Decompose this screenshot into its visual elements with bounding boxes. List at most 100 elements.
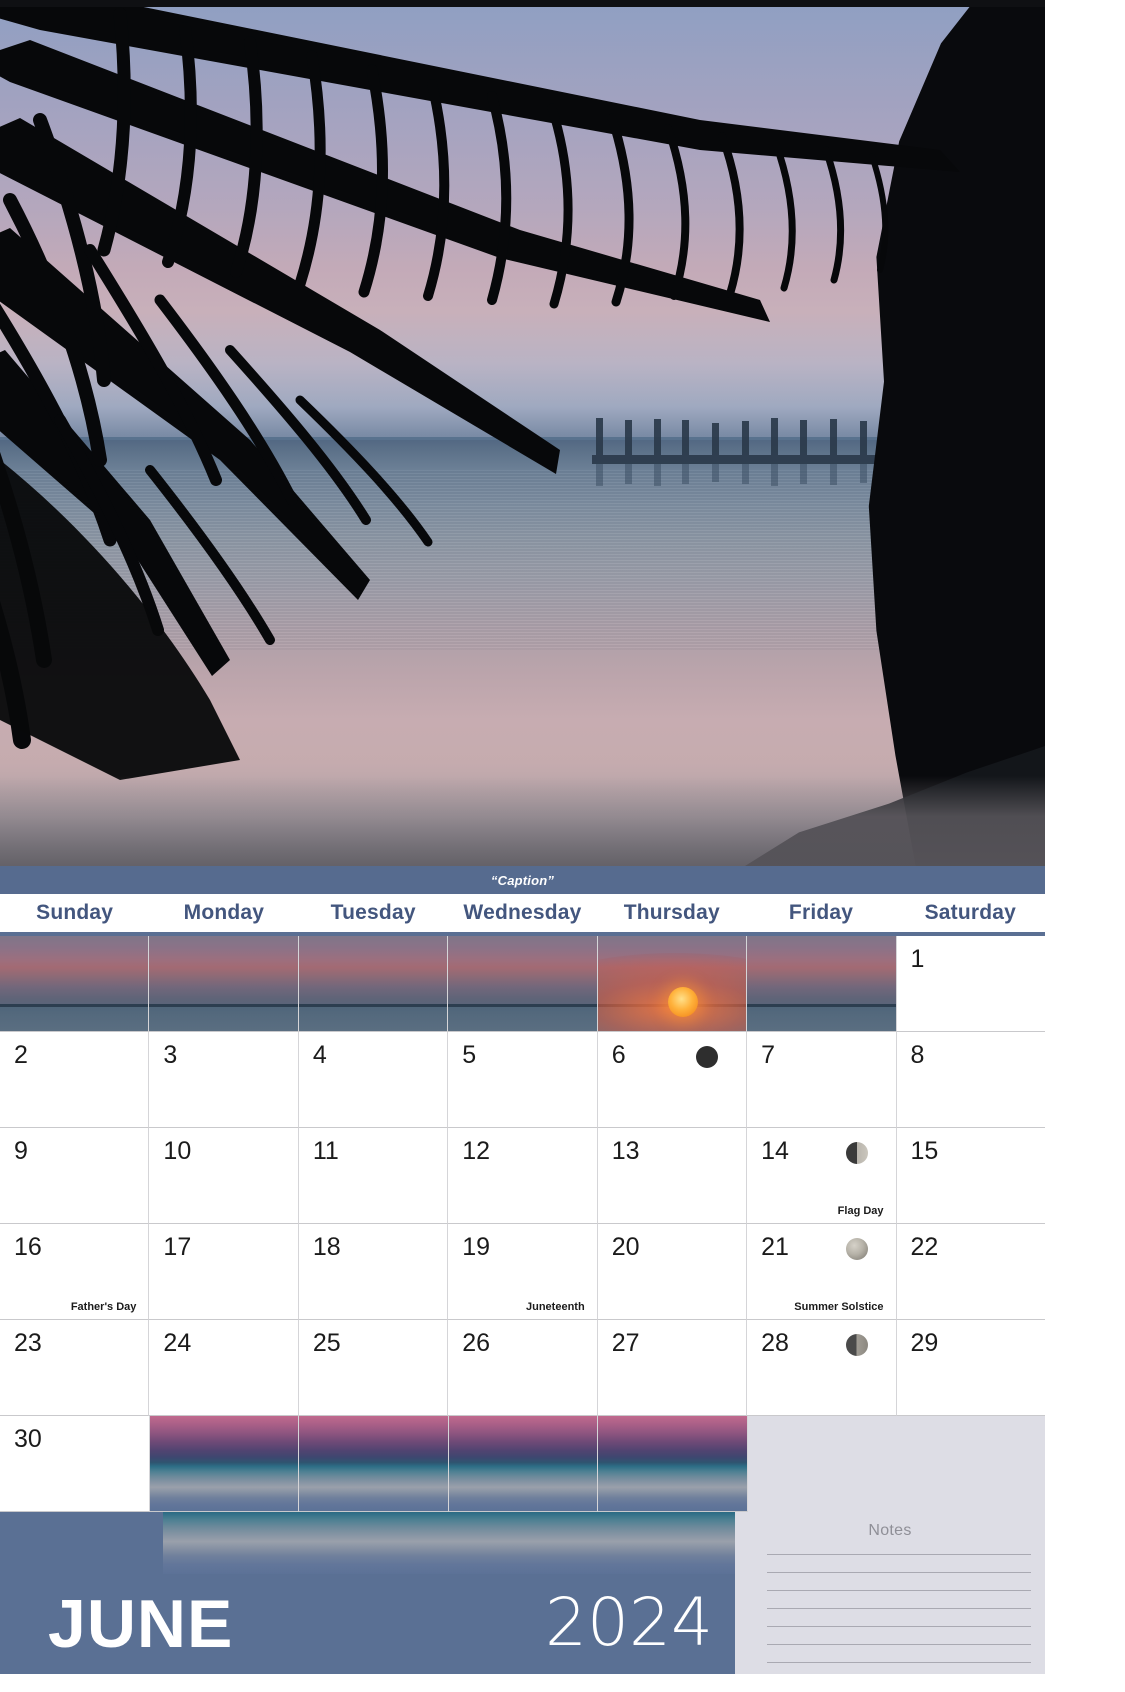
calendar-day-cell[interactable]: 19 Juneteenth (448, 1224, 598, 1320)
calendar-photo-cell (448, 936, 598, 1032)
sunrise-photo-strip (0, 936, 149, 1031)
calendar-day-cell[interactable]: 10 (149, 1128, 299, 1224)
calendar-day-cell[interactable]: 3 (149, 1032, 299, 1128)
calendar-day-cell[interactable]: 5 (448, 1032, 598, 1128)
day-number: 20 (611, 1233, 640, 1261)
calendar-week-row: 30 (0, 1416, 1045, 1512)
day-number: 11 (312, 1137, 339, 1165)
calendar-day-cell[interactable]: 8 (896, 1032, 1045, 1128)
holiday-label: Flag Day (837, 1205, 884, 1217)
calendar-day-cell[interactable]: 7 (747, 1032, 897, 1128)
calendar-day-cell[interactable]: 18 (298, 1224, 449, 1320)
sunrise-sea (149, 1004, 298, 1031)
day-number: 25 (312, 1329, 341, 1357)
dusk-photo-strip (299, 1416, 448, 1511)
calendar-day-cell[interactable]: 13 (597, 1128, 748, 1224)
day-number: 22 (910, 1233, 939, 1261)
weekday-header-friday: Friday (788, 901, 854, 924)
holiday-label: Father's Day (70, 1301, 137, 1313)
sunrise-photo-strip (597, 936, 747, 1031)
day-number: 24 (163, 1329, 192, 1357)
weekday-header-saturday: Saturday (924, 901, 1017, 924)
day-number: 23 (14, 1329, 42, 1357)
calendar-day-cell[interactable]: 15 (896, 1128, 1045, 1224)
weekday-header-tuesday: Tuesday (330, 901, 416, 924)
calendar-notes-spacer-cell (747, 1416, 897, 1512)
notes-line[interactable] (767, 1644, 1031, 1645)
year-label: 2024 (545, 1584, 713, 1661)
day-number: 14 (761, 1137, 789, 1165)
calendar-photo-cell (299, 1416, 449, 1512)
calendar-day-cell[interactable]: 9 (0, 1128, 150, 1224)
calendar-week-row: 16 Father's Day 17 18 19 Juneteenth 20 21 Summer… (0, 1224, 1045, 1320)
notes-line[interactable] (767, 1572, 1031, 1573)
calendar-day-cell[interactable]: 1 (896, 936, 1045, 1032)
calendar-notes-spacer-cell (896, 1416, 1045, 1512)
calendar-day-cell[interactable]: 27 (597, 1320, 748, 1416)
calendar-day-cell[interactable]: 30 (0, 1416, 150, 1512)
day-number: 12 (462, 1137, 491, 1165)
day-number: 1 (910, 945, 925, 973)
calendar-photo-cell (597, 936, 748, 1032)
notes-panel[interactable]: Notes (735, 1512, 1045, 1674)
dusk-sky (598, 1416, 747, 1511)
calendar-day-cell[interactable]: 29 (896, 1320, 1045, 1416)
calendar-week-row: 9 10 11 12 13 14 Flag Day 15 (0, 1128, 1045, 1224)
dusk-sky (448, 1416, 598, 1511)
notes-lines[interactable] (767, 1554, 1031, 1680)
day-number: 15 (910, 1137, 939, 1165)
calendar-day-cell[interactable]: 26 (448, 1320, 598, 1416)
day-number: 19 (462, 1233, 491, 1261)
calendar-day-cell[interactable]: 21 Summer Solstice (747, 1224, 897, 1320)
top-dark-strip (0, 0, 1045, 7)
sunrise-photo-strip (298, 936, 448, 1031)
sunrise-photo-strip (747, 936, 896, 1031)
dusk-sky (149, 1416, 299, 1511)
weekday-header-row: Sunday Monday Tuesday Wednesday Thursday Frid… (0, 894, 1045, 936)
calendar-week-row: 23 24 25 26 27 28 29 (0, 1320, 1045, 1416)
calendar-day-cell[interactable]: 17 (149, 1224, 299, 1320)
calendar-photo-cell (298, 936, 449, 1032)
calendar-day-cell[interactable]: 2 (0, 1032, 150, 1128)
sunrise-sea (298, 1004, 448, 1031)
day-number: 8 (910, 1041, 925, 1069)
day-number: 10 (163, 1137, 192, 1165)
notes-line[interactable] (767, 1626, 1031, 1627)
calendar-day-cell[interactable]: 14 Flag Day (747, 1128, 897, 1224)
day-number: 6 (611, 1041, 626, 1069)
calendar-day-cell[interactable]: 22 (896, 1224, 1045, 1320)
calendar-day-cell[interactable]: 6 (597, 1032, 748, 1128)
notes-line[interactable] (767, 1554, 1031, 1555)
last-quarter-moon-icon (845, 1334, 868, 1356)
first-quarter-moon-icon (845, 1142, 868, 1164)
sunrise-photo-strip (448, 936, 597, 1031)
hero-photo (0, 0, 1045, 866)
calendar-photo-cell (747, 936, 897, 1032)
calendar-day-cell[interactable]: 20 (597, 1224, 748, 1320)
calendar-day-cell[interactable]: 23 (0, 1320, 150, 1416)
day-number: 4 (312, 1041, 327, 1069)
caption-text: “Caption” (490, 872, 555, 888)
day-number: 7 (761, 1041, 776, 1069)
notes-line[interactable] (767, 1608, 1031, 1609)
calendar-day-cell[interactable]: 16 Father's Day (0, 1224, 150, 1320)
notes-title: Notes (868, 1522, 912, 1539)
calendar-day-cell[interactable]: 12 (448, 1128, 598, 1224)
day-number: 21 (761, 1233, 789, 1261)
calendar-day-cell[interactable]: 11 (298, 1128, 449, 1224)
day-number: 29 (910, 1329, 939, 1357)
notes-line[interactable] (767, 1590, 1031, 1591)
calendar-week-row: 2 3 4 5 6 7 8 (0, 1032, 1045, 1128)
calendar-day-cell[interactable]: 28 (747, 1320, 897, 1416)
calendar-photo-cell (448, 1416, 599, 1512)
holiday-label: Juneteenth (526, 1301, 585, 1313)
notes-line[interactable] (767, 1662, 1031, 1663)
calendar-day-cell[interactable]: 4 (298, 1032, 449, 1128)
weekday-header-wednesday: Wednesday (463, 901, 582, 924)
calendar-photo-cell (149, 936, 299, 1032)
calendar-day-cell[interactable]: 24 (149, 1320, 299, 1416)
weekday-header-thursday: Thursday (623, 901, 720, 924)
dusk-photo-strip (448, 1416, 598, 1511)
calendar-day-cell[interactable]: 25 (298, 1320, 449, 1416)
holiday-label: Summer Solstice (794, 1301, 884, 1313)
